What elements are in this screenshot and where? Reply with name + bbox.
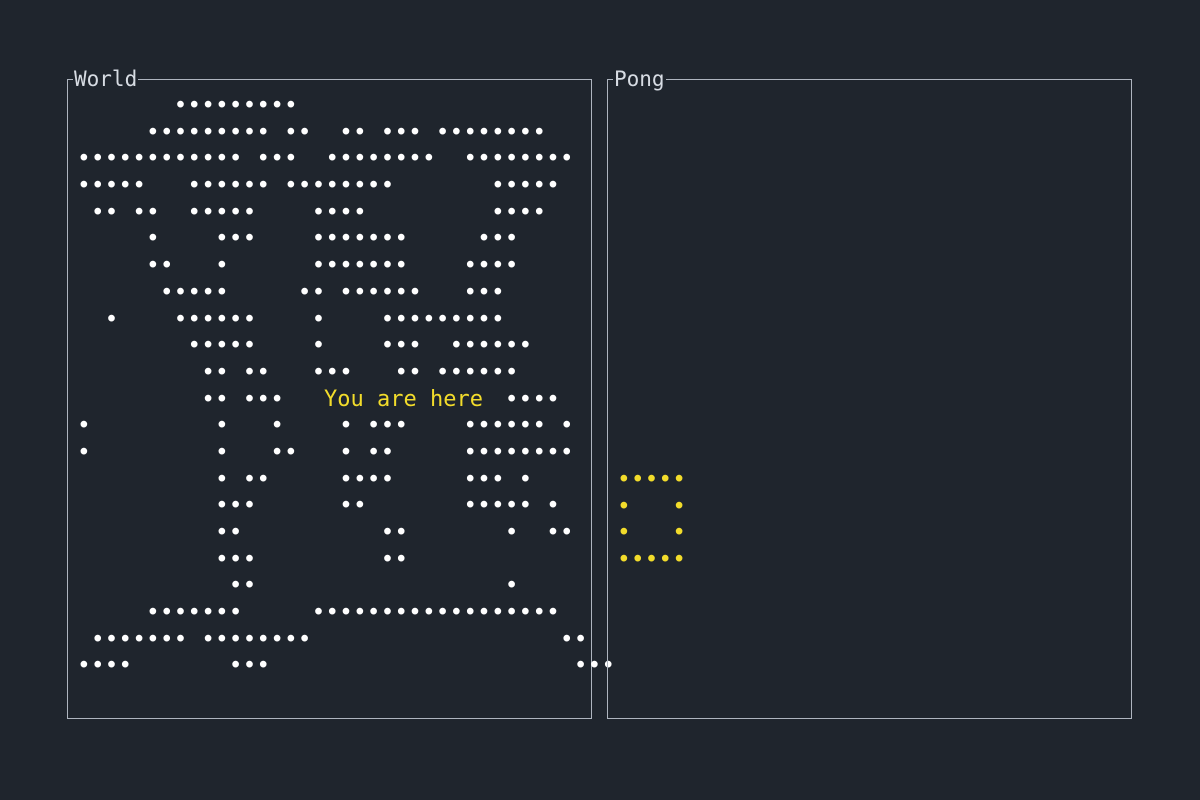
map-row: •• • ••••••• •••• [146,253,519,280]
map-row: •• • [228,573,519,600]
map-row: ••••• •••••• •••••••• ••••• [77,173,560,200]
map-row: •• •• • •• [215,520,574,546]
pong-panel: Pong ••••• • • • • ••••• [607,66,1132,719]
you-are-here-label: You are here [324,387,483,413]
world-panel: World ••••••••• ••••••••• •• •• ••• ••••… [67,66,615,719]
map-row: ••• •• [215,546,409,573]
map-row: ••••••••• [173,93,298,119]
map-row: • •••••• • ••••••••• [104,306,505,333]
map-row: ••••••• •••••••••••••••••• [146,600,560,627]
map-row: • • •• • •• •••••••• [77,439,574,466]
pong-row: • • [617,493,686,520]
map-row: • ••• ••••••• ••• [146,226,519,253]
world-panel-title: World [73,66,139,92]
map-row: ••••••• •••••••• •• [90,626,588,653]
map-row: • • • • ••• •••••• • [77,413,574,440]
map-row: • •• •••• ••• • [215,466,533,493]
map-row: •• •• ••••• •••• •••• [90,199,547,226]
pong-panel-title: Pong [613,66,666,92]
map-row: ••••••••• •• •• ••• •••••••• [146,119,547,146]
map-row: •••••••••••• ••• •••••••• •••••••• [77,146,574,173]
map-row: ••••• • ••• •••••• [187,333,533,360]
pong-row: ••••• [617,467,686,493]
map-row: ••• •• ••••• • [215,493,560,520]
pong-row: • • [617,520,686,547]
map-row: •••• ••• ••• [77,653,616,680]
map-row: •• •• ••• •• •••••• [201,359,519,386]
pong-row: ••••• [617,547,686,574]
map-row: ••••• •• •••••• ••• [159,279,505,306]
pong-shape: ••••• • • • • ••••• [617,467,686,574]
